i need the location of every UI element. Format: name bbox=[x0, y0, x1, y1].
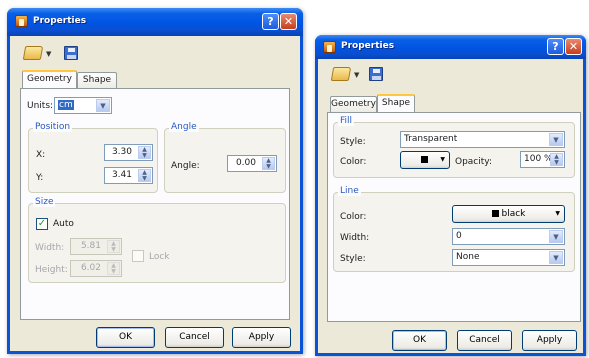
angle-value: 0.00 bbox=[235, 158, 256, 168]
line-width-value: 0 bbox=[456, 231, 462, 241]
window-title: Properties bbox=[341, 41, 395, 51]
lock-checkbox[interactable] bbox=[132, 250, 144, 262]
angle-label: Angle: bbox=[171, 161, 200, 171]
chevron-down-icon[interactable]: ▼ bbox=[549, 230, 563, 243]
x-value: 3.30 bbox=[111, 147, 132, 157]
title-bar[interactable]: Properties ? ✕ bbox=[7, 8, 303, 36]
x-spinner[interactable]: ▲ ▼ bbox=[138, 146, 151, 159]
help-icon[interactable]: ? bbox=[262, 13, 279, 30]
fill-color-button[interactable]: ▼ bbox=[400, 151, 450, 169]
angle-spinner[interactable]: ▲ ▼ bbox=[262, 157, 275, 170]
height-field[interactable]: 6.02 ▲ ▼ bbox=[70, 260, 122, 277]
tab-geometry[interactable]: Geometry bbox=[22, 70, 77, 88]
floppy-icon[interactable] bbox=[369, 67, 383, 81]
tab-shape[interactable]: Shape bbox=[77, 72, 117, 88]
height-spinner[interactable]: ▲ ▼ bbox=[107, 262, 120, 275]
fill-color-label: Color: bbox=[340, 157, 367, 167]
position-group: Position X: 3.30 ▲ ▼ Y: 3.41 ▲ ▼ bbox=[28, 122, 158, 193]
width-spinner[interactable]: ▲ ▼ bbox=[107, 240, 120, 253]
units-value: cm bbox=[58, 100, 74, 110]
fill-group-title: Fill bbox=[338, 116, 355, 126]
y-value: 3.41 bbox=[111, 170, 132, 180]
fill-style-select[interactable]: Transparent ▼ bbox=[400, 131, 565, 148]
line-color-label: Color: bbox=[340, 212, 367, 222]
folder-icon[interactable] bbox=[330, 67, 352, 81]
line-group: Line Color: black ▼ Width: 0 ▼ Style: No… bbox=[333, 186, 575, 272]
properties-dialog-left: Properties ? ✕ ▼ Geometry Shape Units: c… bbox=[7, 8, 303, 354]
chevron-down-icon[interactable]: ▼ bbox=[549, 133, 563, 146]
app-icon bbox=[15, 15, 28, 27]
chevron-down-icon[interactable]: ▼ bbox=[549, 251, 563, 264]
cancel-button[interactable]: Cancel bbox=[165, 327, 224, 348]
angle-group: Angle Angle: 0.00 ▲ ▼ bbox=[164, 122, 286, 193]
app-icon bbox=[323, 41, 336, 53]
y-label: Y: bbox=[36, 173, 44, 183]
opacity-spinner[interactable]: ▲ ▼ bbox=[550, 153, 563, 166]
fill-color-swatch bbox=[421, 156, 428, 163]
tab-geometry[interactable]: Geometry bbox=[330, 96, 377, 112]
height-value: 6.02 bbox=[80, 263, 101, 273]
cancel-button[interactable]: Cancel bbox=[457, 330, 512, 351]
chevron-down-icon[interactable]: ▼ bbox=[96, 99, 110, 112]
lock-label: Lock bbox=[149, 252, 170, 262]
height-label: Height: bbox=[35, 265, 68, 275]
close-icon[interactable]: ✕ bbox=[565, 38, 582, 55]
opacity-label: Opacity: bbox=[455, 157, 492, 167]
width-field[interactable]: 5.81 ▲ ▼ bbox=[70, 238, 122, 255]
angle-field[interactable]: 0.00 ▲ ▼ bbox=[227, 155, 277, 172]
tab-panel: Fill Style: Transparent ▼ Color: ▼ Opaci… bbox=[327, 112, 581, 322]
close-icon[interactable]: ✕ bbox=[280, 13, 297, 30]
open-dropdown-arrow[interactable]: ▼ bbox=[354, 71, 359, 79]
folder-icon[interactable] bbox=[22, 46, 44, 60]
properties-dialog-right: Properties ? ✕ ▼ Geometry Shape Fill Sty… bbox=[315, 35, 586, 356]
line-color-button[interactable]: black ▼ bbox=[452, 205, 565, 223]
ok-button[interactable]: OK bbox=[392, 330, 447, 351]
y-field[interactable]: 3.41 ▲ ▼ bbox=[104, 167, 153, 184]
line-style-value: None bbox=[456, 252, 480, 262]
auto-checkbox[interactable]: ✓ bbox=[36, 218, 48, 230]
position-group-title: Position bbox=[33, 122, 73, 132]
size-group-title: Size bbox=[33, 197, 56, 207]
fill-style-value: Transparent bbox=[404, 134, 458, 144]
help-icon[interactable]: ? bbox=[547, 38, 564, 55]
angle-group-title: Angle bbox=[169, 122, 199, 132]
fill-group: Fill Style: Transparent ▼ Color: ▼ Opaci… bbox=[333, 116, 575, 178]
line-width-select[interactable]: 0 ▼ bbox=[452, 228, 565, 245]
line-style-label: Style: bbox=[340, 254, 366, 264]
ok-button[interactable]: OK bbox=[96, 327, 155, 348]
apply-button[interactable]: Apply bbox=[232, 327, 291, 348]
tab-panel: Units: cm ▼ Position X: 3.30 ▲ ▼ Y: 3.41 … bbox=[20, 88, 290, 320]
chevron-down-icon: ▼ bbox=[555, 210, 560, 217]
apply-button[interactable]: Apply bbox=[522, 330, 577, 351]
auto-label: Auto bbox=[53, 219, 74, 229]
line-width-label: Width: bbox=[340, 233, 370, 243]
chevron-down-icon: ▼ bbox=[440, 156, 445, 163]
line-color-value: black bbox=[501, 209, 526, 219]
units-label: Units: bbox=[27, 101, 54, 111]
open-dropdown-arrow[interactable]: ▼ bbox=[46, 50, 51, 58]
fill-style-label: Style: bbox=[340, 137, 366, 147]
y-spinner[interactable]: ▲ ▼ bbox=[138, 169, 151, 182]
window-title: Properties bbox=[33, 16, 87, 26]
opacity-field[interactable]: 100 % ▲ ▼ bbox=[520, 151, 565, 168]
size-group: Size ✓ Auto Width: 5.81 ▲ ▼ Height: 6.02 … bbox=[28, 197, 286, 283]
width-value: 5.81 bbox=[80, 241, 101, 251]
line-group-title: Line bbox=[338, 186, 361, 196]
x-field[interactable]: 3.30 ▲ ▼ bbox=[104, 144, 153, 161]
x-label: X: bbox=[36, 150, 46, 160]
floppy-icon[interactable] bbox=[64, 46, 78, 60]
line-color-swatch bbox=[491, 210, 499, 217]
line-style-select[interactable]: None ▼ bbox=[452, 249, 565, 266]
tab-shape[interactable]: Shape bbox=[377, 94, 415, 112]
title-bar[interactable]: Properties ? ✕ bbox=[315, 35, 586, 59]
opacity-value: 100 % bbox=[524, 154, 553, 164]
units-select[interactable]: cm ▼ bbox=[54, 97, 112, 114]
width-label: Width: bbox=[35, 243, 65, 253]
